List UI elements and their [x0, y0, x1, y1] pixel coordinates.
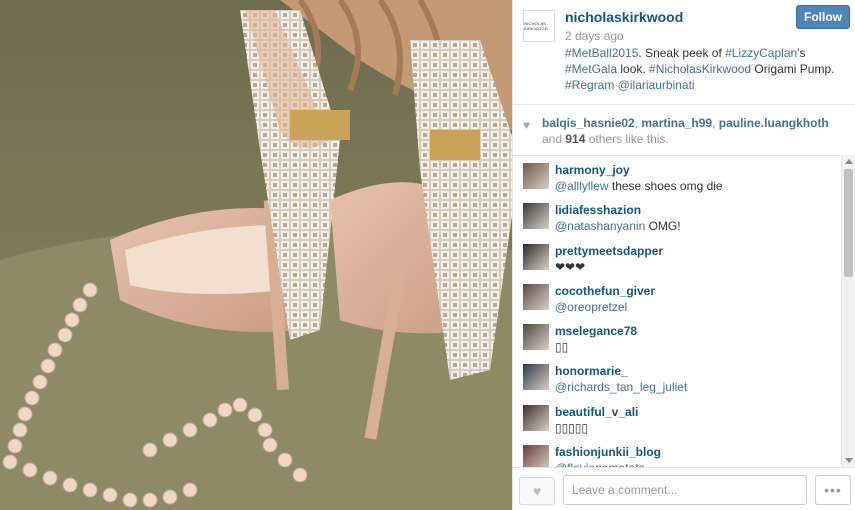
- comment-item: fashionjunkii_blog@flavianamatata: [513, 437, 855, 467]
- liker-username[interactable]: pauline.luangkhoth: [719, 116, 829, 130]
- commenter-avatar[interactable]: [523, 243, 549, 270]
- like-button[interactable]: ♥: [519, 477, 555, 505]
- comment-text: @oreopretzel: [555, 300, 627, 314]
- commenter-username[interactable]: fashionjunkii_blog: [555, 445, 661, 459]
- post-timestamp: 2 days ago: [565, 29, 624, 43]
- comment-body: ▯▯▯▯▯: [555, 420, 589, 435]
- liker-username[interactable]: balqis_hasnie02: [542, 116, 635, 130]
- comment-text: @richards_tan_leg_juliet: [555, 380, 687, 394]
- comment-text: @natashanyanin OMG!: [555, 219, 681, 233]
- caption-link[interactable]: @ilariaurbinati: [618, 78, 695, 92]
- owner-username[interactable]: nicholaskirkwood: [565, 9, 683, 25]
- post-header: NICHOLAS KIRKWOOD nicholaskirkwood 2 day…: [513, 0, 855, 105]
- comment-body: OMG!: [645, 219, 681, 234]
- comment-body: ▯▯: [555, 340, 569, 355]
- caption-link[interactable]: #LizzyCaplan: [725, 46, 797, 60]
- post-caption: #MetBall2015. Sneak peek of #LizzyCaplan…: [565, 45, 845, 93]
- caption-text: Origami Pump.: [751, 62, 835, 76]
- caption-link[interactable]: #Regram: [565, 78, 614, 92]
- comment-text: ▯▯: [555, 340, 568, 354]
- caption-text: . Sneak peek of: [638, 46, 726, 60]
- caption-link[interactable]: #MetBall2015: [565, 46, 638, 60]
- heart-icon: ♥: [532, 483, 542, 499]
- commenter-username[interactable]: lidiafesshazion: [555, 203, 641, 217]
- comment-input[interactable]: [563, 475, 807, 505]
- comment-item: honormarie_ @richards_tan_leg_juliet: [513, 356, 855, 396]
- caption-link[interactable]: #MetGala: [565, 62, 617, 76]
- likes-text: balqis_hasnie02, martina_h99, pauline.lu…: [542, 115, 842, 147]
- commenter-avatar[interactable]: [523, 163, 549, 189]
- more-options-button[interactable]: •••: [815, 475, 851, 505]
- comment-item: mselegance78 ▯▯: [513, 316, 855, 356]
- commenter-avatar[interactable]: [523, 203, 549, 230]
- commenter-avatar[interactable]: [523, 404, 549, 431]
- comment-text: ❤❤❤: [555, 260, 585, 274]
- follow-button[interactable]: Follow: [796, 5, 850, 29]
- likes-and-text: and: [542, 132, 566, 146]
- commenter-username[interactable]: cocothefun_giver: [555, 284, 655, 298]
- scroll-thumb[interactable]: [844, 169, 853, 277]
- comment-body: ❤❤❤: [555, 259, 586, 274]
- comment-mention[interactable]: @oreopretzel: [555, 300, 627, 314]
- likes-separator: ,: [712, 116, 719, 130]
- owner-avatar[interactable]: NICHOLAS KIRKWOOD: [523, 10, 555, 42]
- commenter-avatar[interactable]: [523, 364, 549, 391]
- commenter-username[interactable]: beautiful_v_ali: [555, 405, 638, 419]
- commenter-username[interactable]: mselegance78: [555, 324, 637, 338]
- commenter-avatar[interactable]: [523, 445, 549, 467]
- comment-text: ▯▯▯▯▯: [555, 421, 588, 435]
- caption-text: look.: [617, 62, 650, 76]
- comment-item: cocothefun_giver @oreopretzel: [513, 276, 855, 316]
- comment-text: @alllyllew these shoes omg die: [555, 179, 723, 193]
- likes-section: ♥ balqis_hasnie02, martina_h99, pauline.…: [513, 105, 855, 156]
- commenter-username[interactable]: honormarie_: [555, 364, 628, 378]
- scroll-up-icon[interactable]: [845, 159, 853, 164]
- likes-count[interactable]: 914: [565, 132, 585, 146]
- comments-list: harmony_joy @alllyllew these shoes omg di…: [513, 155, 855, 467]
- commenter-username[interactable]: prettymeetsdapper: [555, 244, 663, 258]
- comment-item: beautiful_v_ali ▯▯▯▯▯: [513, 397, 855, 437]
- liker-username[interactable]: martina_h99: [641, 116, 712, 130]
- heart-icon: ♥: [523, 118, 531, 132]
- caption-text: 's: [797, 46, 806, 60]
- avatar-logo-text: NICHOLAS KIRKWOOD: [524, 21, 548, 31]
- comment-body: these shoes omg die: [608, 179, 723, 193]
- comment-mention[interactable]: @richards_tan_leg_juliet: [555, 380, 687, 394]
- comment-mention[interactable]: @natashanyanin: [555, 219, 645, 233]
- post-sidebar: NICHOLAS KIRKWOOD nicholaskirkwood 2 day…: [512, 0, 855, 510]
- likes-suffix: others like this.: [585, 132, 669, 146]
- scroll-down-icon[interactable]: [845, 458, 853, 463]
- commenter-avatar[interactable]: [523, 324, 549, 351]
- commenter-username[interactable]: harmony_joy: [555, 163, 630, 177]
- caption-link[interactable]: #NicholasKirkwood: [649, 62, 751, 76]
- comment-footer: ♥ •••: [513, 467, 855, 510]
- comments-scrollbar[interactable]: [841, 155, 855, 467]
- comment-item: lidiafesshazion @natashanyanin OMG!: [513, 195, 855, 235]
- comment-item: prettymeetsdapper ❤❤❤: [513, 236, 855, 276]
- comment-mention[interactable]: @alllyllew: [555, 179, 609, 193]
- post-photo[interactable]: [0, 0, 512, 510]
- commenter-avatar[interactable]: [523, 283, 549, 310]
- comment-item: harmony_joy @alllyllew these shoes omg di…: [513, 155, 855, 195]
